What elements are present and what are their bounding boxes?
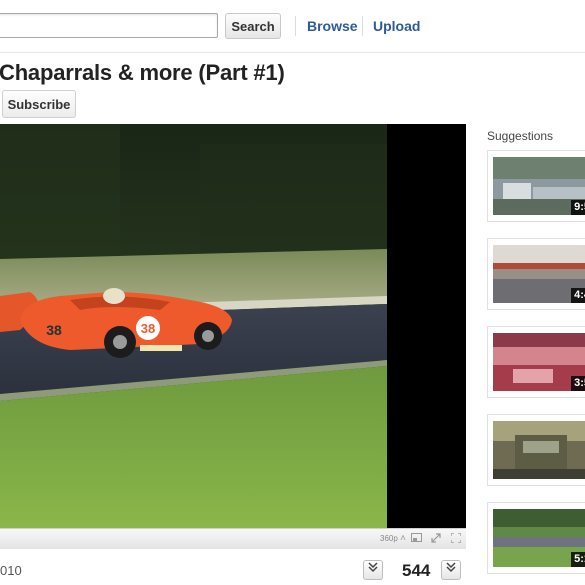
suggestion-item[interactable] [487, 414, 585, 486]
video-title: Chaparrals & more (Part #1) [0, 60, 285, 85]
nav-divider [295, 16, 296, 36]
duration-badge: 3:5 [571, 376, 585, 391]
double-chevron-down-icon[interactable] [363, 560, 383, 580]
view-count: 544 [402, 561, 431, 580]
suggestion-thumbnail[interactable]: 4:4 [493, 245, 585, 303]
suggestion-thumbnail[interactable]: 9:5 [493, 157, 585, 215]
video-frame: 38 38 [0, 124, 387, 528]
caret-up-icon[interactable]: ˄ [397, 533, 409, 544]
player-controls: 360p ˄ [0, 528, 466, 549]
subscribe-button[interactable]: Subscribe [2, 90, 76, 118]
video-player[interactable]: 38 38 [0, 124, 466, 528]
duration-badge: 9:5 [571, 200, 585, 215]
suggestions-heading: Suggestions [487, 129, 554, 143]
expand-icon[interactable] [430, 533, 442, 544]
suggestion-thumbnail[interactable] [493, 421, 585, 479]
upload-link[interactable]: Upload [373, 18, 420, 34]
car-number: 38 [141, 321, 155, 336]
search-input[interactable] [0, 13, 218, 38]
browse-link[interactable]: Browse [307, 18, 358, 34]
nav-divider [362, 16, 363, 36]
stats-toggle-icon[interactable] [441, 560, 461, 580]
fullscreen-icon[interactable] [450, 532, 462, 544]
suggestion-thumbnail[interactable]: 3:5 [493, 333, 585, 391]
popout-icon[interactable] [410, 533, 422, 544]
upload-date: 010 [0, 563, 22, 578]
duration-badge: 4:4 [571, 288, 585, 303]
suggestion-thumbnail[interactable]: 5:1 [493, 509, 585, 567]
svg-text:38: 38 [46, 322, 62, 338]
duration-badge: 5:1 [571, 552, 585, 567]
header-divider [0, 52, 585, 53]
suggestion-item[interactable]: 5:1 [487, 502, 585, 574]
search-button[interactable]: Search [225, 13, 281, 39]
suggestion-item[interactable]: 9:5 [487, 150, 585, 222]
suggestion-item[interactable]: 4:4 [487, 238, 585, 310]
suggestion-item[interactable]: 3:5 [487, 326, 585, 398]
quality-label[interactable]: 360p [380, 534, 398, 543]
